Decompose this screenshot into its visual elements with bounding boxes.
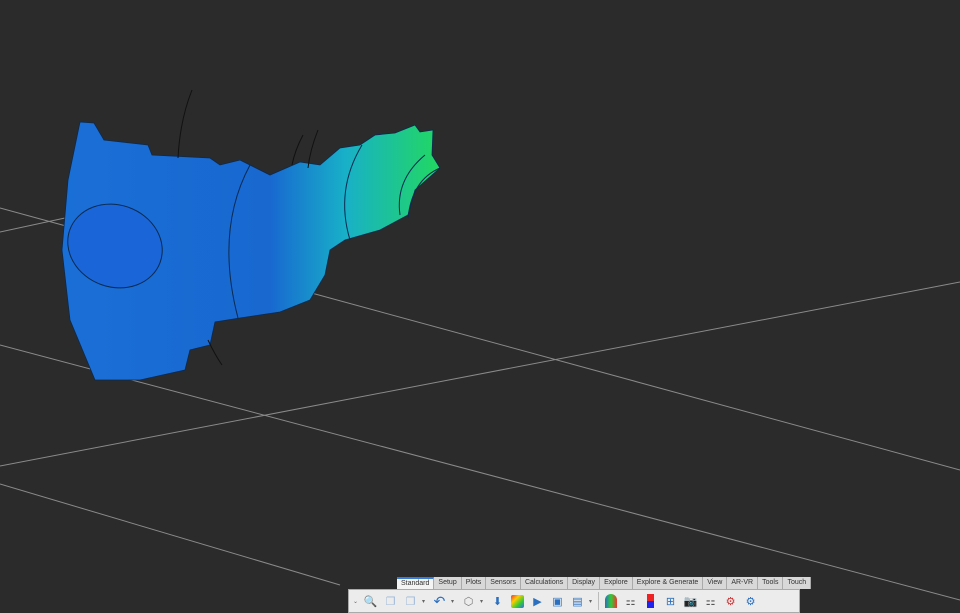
- tab-plots[interactable]: Plots: [461, 577, 487, 589]
- tab-display[interactable]: Display: [568, 577, 601, 589]
- tab-sensors[interactable]: Sensors: [486, 577, 521, 589]
- 3d-model[interactable]: [56, 89, 441, 381]
- vector-plot-icon[interactable]: ⚏: [622, 593, 639, 610]
- tab-touch[interactable]: Touch: [783, 577, 812, 589]
- view-settings-icon[interactable]: ⚙: [742, 593, 759, 610]
- 3d-viewport[interactable]: [0, 0, 960, 613]
- import-geometry-icon[interactable]: ⬇: [489, 593, 506, 610]
- separator: [598, 592, 599, 610]
- legend-icon[interactable]: [642, 593, 659, 610]
- window-layout-icon[interactable]: ▤: [569, 593, 586, 610]
- layout-dropdown-icon[interactable]: ▾: [589, 598, 595, 605]
- result-settings-icon[interactable]: ⚙: [722, 593, 739, 610]
- collapse-chevron-icon[interactable]: ⌄: [353, 598, 359, 605]
- part-geometry-icon[interactable]: ⬡: [460, 593, 477, 610]
- paste-icon[interactable]: ❐: [402, 593, 419, 610]
- copy-icon[interactable]: ❐: [382, 593, 399, 610]
- tab-explore-generate[interactable]: Explore & Generate: [632, 577, 704, 589]
- tab-standard[interactable]: Standard: [397, 577, 435, 589]
- undo-dropdown-icon[interactable]: ▾: [451, 598, 457, 605]
- ribbon-toolbar: ⌄ 🔍 ❐ ❐ ▾ ↶ ▾ ⬡ ▾ ⬇ ▶ ▣ ▤ ▾ ⚏ ⊞ 📷 ⚏ ⚙ ⚙: [348, 589, 800, 613]
- animation-icon[interactable]: ▶: [529, 593, 546, 610]
- tab-explore[interactable]: Explore: [600, 577, 633, 589]
- camera-icon[interactable]: 📷: [682, 593, 699, 610]
- geometry-dropdown-icon[interactable]: ▾: [480, 598, 486, 605]
- view-layout-icon[interactable]: ⊞: [662, 593, 679, 610]
- tab-ar-vr[interactable]: AR-VR: [727, 577, 759, 589]
- undo-icon[interactable]: ↶: [431, 593, 448, 610]
- tab-setup[interactable]: Setup: [434, 577, 462, 589]
- presentation-icon[interactable]: ▣: [549, 593, 566, 610]
- tab-tools[interactable]: Tools: [758, 577, 784, 589]
- zoom-fit-icon[interactable]: 🔍: [362, 593, 379, 610]
- results-contour-icon[interactable]: [509, 593, 526, 610]
- ribbon-tabs: Standard Setup Plots Sensors Calculation…: [397, 577, 812, 589]
- tab-calculations[interactable]: Calculations: [520, 577, 569, 589]
- tab-view[interactable]: View: [703, 577, 728, 589]
- section-cut-icon[interactable]: [602, 593, 619, 610]
- multi-view-icon[interactable]: ⚏: [702, 593, 719, 610]
- paste-dropdown-icon[interactable]: ▾: [422, 598, 428, 605]
